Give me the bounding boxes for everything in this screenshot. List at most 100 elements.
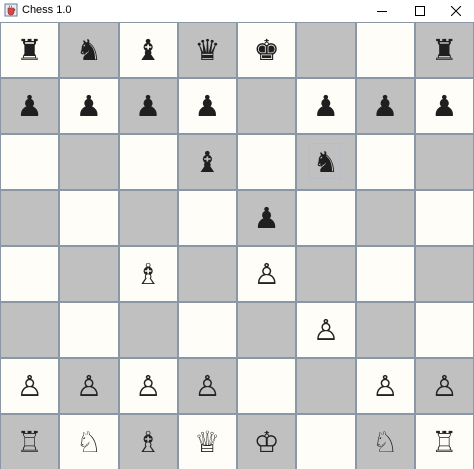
square-d3[interactable] — [177, 302, 237, 358]
black-queen-icon[interactable]: ♛ — [194, 35, 220, 65]
square-b1[interactable]: ♘ — [59, 414, 119, 469]
square-b8[interactable]: ♞ — [59, 22, 119, 78]
white-rook-icon[interactable]: ♖ — [17, 427, 43, 457]
black-pawn-icon[interactable]: ♟ — [76, 91, 102, 121]
title-bar[interactable]: Chess 1.0 — [0, 0, 474, 22]
square-b7[interactable]: ♟ — [59, 78, 119, 134]
black-pawn-icon[interactable]: ♟ — [431, 91, 457, 121]
black-pawn-icon[interactable]: ♟ — [135, 91, 161, 121]
square-c1[interactable]: ♗ — [118, 414, 178, 469]
square-b5[interactable] — [59, 190, 119, 246]
square-a7[interactable]: ♟ — [0, 78, 60, 134]
square-d2[interactable]: ♙ — [177, 358, 237, 414]
square-g6[interactable] — [355, 134, 415, 190]
white-pawn-icon[interactable]: ♙ — [372, 371, 398, 401]
square-h1[interactable]: ♖ — [414, 414, 474, 469]
square-f3[interactable]: ♙ — [296, 302, 356, 358]
square-c5[interactable] — [118, 190, 178, 246]
square-h3[interactable] — [414, 302, 474, 358]
square-h7[interactable]: ♟ — [414, 78, 474, 134]
black-king-icon[interactable]: ♚ — [254, 35, 280, 65]
square-a4[interactable] — [0, 246, 60, 302]
white-king-icon[interactable]: ♔ — [254, 427, 280, 457]
square-c6[interactable] — [118, 134, 178, 190]
square-g4[interactable] — [355, 246, 415, 302]
square-e6[interactable] — [237, 134, 297, 190]
white-pawn-icon[interactable]: ♙ — [254, 259, 280, 289]
square-g2[interactable]: ♙ — [355, 358, 415, 414]
square-h6[interactable] — [414, 134, 474, 190]
square-a8[interactable]: ♜ — [0, 22, 60, 78]
square-e2[interactable] — [237, 358, 297, 414]
square-e5[interactable]: ♟ — [237, 190, 297, 246]
square-g3[interactable] — [355, 302, 415, 358]
black-bishop-icon[interactable]: ♝ — [135, 35, 161, 65]
square-d5[interactable] — [177, 190, 237, 246]
square-f2[interactable] — [296, 358, 356, 414]
minimize-button[interactable] — [362, 0, 402, 22]
white-knight-icon[interactable]: ♘ — [76, 427, 102, 457]
black-pawn-icon[interactable]: ♟ — [194, 91, 220, 121]
square-c4[interactable]: ♗ — [118, 246, 178, 302]
square-b6[interactable] — [59, 134, 119, 190]
square-h2[interactable]: ♙ — [414, 358, 474, 414]
square-f1[interactable] — [296, 414, 356, 469]
white-pawn-icon[interactable]: ♙ — [194, 371, 220, 401]
square-f8[interactable] — [296, 22, 356, 78]
white-rook-icon[interactable]: ♖ — [431, 427, 457, 457]
square-f4[interactable] — [296, 246, 356, 302]
white-knight-icon[interactable]: ♘ — [372, 427, 398, 457]
maximize-button[interactable] — [400, 0, 440, 22]
square-d7[interactable]: ♟ — [177, 78, 237, 134]
square-h4[interactable] — [414, 246, 474, 302]
square-g8[interactable] — [355, 22, 415, 78]
square-a1[interactable]: ♖ — [0, 414, 60, 469]
square-b4[interactable] — [59, 246, 119, 302]
black-bishop-icon[interactable]: ♝ — [194, 147, 220, 177]
black-knight-icon[interactable]: ♞ — [76, 35, 102, 65]
black-pawn-icon[interactable]: ♟ — [372, 91, 398, 121]
square-e4[interactable]: ♙ — [237, 246, 297, 302]
square-e1[interactable]: ♔ — [237, 414, 297, 469]
square-c8[interactable]: ♝ — [118, 22, 178, 78]
square-b3[interactable] — [59, 302, 119, 358]
square-g7[interactable]: ♟ — [355, 78, 415, 134]
square-g1[interactable]: ♘ — [355, 414, 415, 469]
close-button[interactable] — [436, 0, 474, 22]
white-pawn-icon[interactable]: ♙ — [17, 371, 43, 401]
white-pawn-icon[interactable]: ♙ — [431, 371, 457, 401]
square-e3[interactable] — [237, 302, 297, 358]
square-a6[interactable] — [0, 134, 60, 190]
square-h8[interactable]: ♜ — [414, 22, 474, 78]
black-pawn-icon[interactable]: ♟ — [17, 91, 43, 121]
square-d4[interactable] — [177, 246, 237, 302]
square-f5[interactable] — [296, 190, 356, 246]
black-pawn-icon[interactable]: ♟ — [254, 203, 280, 233]
square-c7[interactable]: ♟ — [118, 78, 178, 134]
square-a2[interactable]: ♙ — [0, 358, 60, 414]
square-e7[interactable] — [237, 78, 297, 134]
square-b2[interactable]: ♙ — [59, 358, 119, 414]
square-f7[interactable]: ♟ — [296, 78, 356, 134]
white-pawn-icon[interactable]: ♙ — [135, 371, 161, 401]
square-c3[interactable] — [118, 302, 178, 358]
white-bishop-icon[interactable]: ♗ — [135, 259, 161, 289]
square-d8[interactable]: ♛ — [177, 22, 237, 78]
white-pawn-icon[interactable]: ♙ — [76, 371, 102, 401]
black-rook-icon[interactable]: ♜ — [17, 35, 43, 65]
white-queen-icon[interactable]: ♕ — [194, 427, 220, 457]
black-rook-icon[interactable]: ♜ — [431, 35, 457, 65]
square-d1[interactable]: ♕ — [177, 414, 237, 469]
square-f6[interactable]: ♞ — [296, 134, 356, 190]
black-pawn-icon[interactable]: ♟ — [313, 91, 339, 121]
square-d6[interactable]: ♝ — [177, 134, 237, 190]
square-e8[interactable]: ♚ — [237, 22, 297, 78]
white-pawn-icon[interactable]: ♙ — [313, 315, 339, 345]
white-bishop-icon[interactable]: ♗ — [135, 427, 161, 457]
square-a3[interactable] — [0, 302, 60, 358]
square-a5[interactable] — [0, 190, 60, 246]
square-g5[interactable] — [355, 190, 415, 246]
square-h5[interactable] — [414, 190, 474, 246]
black-knight-icon[interactable]: ♞ — [313, 147, 339, 177]
square-c2[interactable]: ♙ — [118, 358, 178, 414]
